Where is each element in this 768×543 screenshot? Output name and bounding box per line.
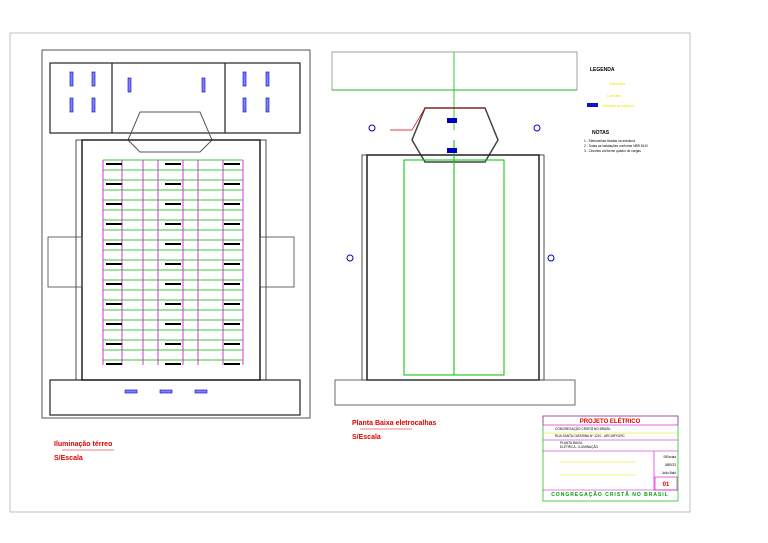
fixture: [91, 97, 96, 113]
luminaire: [106, 243, 122, 245]
fixture-symbol-icon: [587, 103, 598, 107]
note: 3 - Circuitos conforme quadro de cargas: [584, 149, 641, 153]
note: 1 - Eletrocalhas fixadas na estrutura: [584, 139, 635, 143]
luminaire: [165, 223, 181, 225]
luminaire: [106, 263, 122, 265]
legend-title: LEGENDA: [590, 67, 615, 73]
luminaire: [224, 183, 240, 185]
fixture: [69, 71, 74, 87]
title-block-footer: CONGREGAÇÃO CRISTÃ NO BRASIL: [551, 491, 668, 498]
luminaire: [224, 203, 240, 205]
luminaire: [106, 223, 122, 225]
right-plan-scale: S/Escala: [352, 434, 381, 441]
luminaire: [106, 303, 122, 305]
luminaire: [106, 183, 122, 185]
luminaire: [165, 283, 181, 285]
lighting-grid: [102, 159, 244, 365]
luminaire: [106, 343, 122, 345]
luminaire: [106, 283, 122, 285]
luminaire: [165, 263, 181, 265]
fixture: [127, 77, 132, 93]
fixture: [242, 71, 247, 87]
fixture: [265, 97, 270, 113]
luminaire: [224, 283, 240, 285]
luminaire: [165, 363, 181, 365]
luminaire: [106, 163, 122, 165]
drawing-subject: ELÉTRICA - ILUMINAÇÃO: [560, 444, 599, 449]
luminaire: [165, 323, 181, 325]
client: CONGREGAÇÃO CRISTÃ NO BRASIL: [555, 426, 611, 431]
fixture: [201, 77, 206, 93]
address: RUA SANTA CATARINA Nº 1210 - ARCURYS/SC: [555, 434, 626, 438]
legend-item: Luminária: [607, 94, 621, 98]
luminaire: [165, 343, 181, 345]
luminaire: [106, 323, 122, 325]
luminaire: [224, 323, 240, 325]
notes-title: NOTAS: [592, 130, 610, 136]
fixture: [194, 389, 208, 394]
luminaire: [165, 203, 181, 205]
fixture: [159, 389, 173, 394]
note: 2 - Todas as instalações conforme NBR 54…: [584, 144, 648, 148]
luminaire: [165, 303, 181, 305]
luminaire: [106, 203, 122, 205]
luminaire: [224, 223, 240, 225]
fixture: [265, 71, 270, 87]
title-block-header: PROJETO ELÉTRICO: [580, 417, 641, 425]
tb-date: ABR/23: [665, 463, 676, 467]
luminaire: [224, 263, 240, 265]
sheet-number: 01: [663, 482, 670, 488]
luminaire: [224, 343, 240, 345]
luminaire: [106, 363, 122, 365]
drawing-sheet: LEGENDA Eletrocalha Luminária Luminária …: [9, 32, 691, 513]
fixture: [69, 97, 74, 113]
lighting-floor-plan: [41, 49, 311, 419]
luminaire: [224, 163, 240, 165]
luminaire: [224, 243, 240, 245]
fixture: [91, 71, 96, 87]
right-plan-title: Planta Baixa eletrocalhas: [352, 420, 437, 427]
left-plan-title: Iluminação térreo: [54, 441, 112, 448]
legend-item: Eletrocalha: [609, 82, 625, 86]
luminaire: [224, 363, 240, 365]
title-block: PROJETO ELÉTRICO CONGREGAÇÃO CRISTÃ NO B…: [542, 415, 679, 502]
fixture: [242, 97, 247, 113]
luminaire: [165, 183, 181, 185]
luminaire: [224, 303, 240, 305]
cable-tray-floor-plan: [331, 51, 578, 406]
legend: LEGENDA Eletrocalha Luminária Luminária …: [584, 67, 648, 153]
left-plan-scale: S/Escala: [54, 455, 83, 462]
luminaire: [165, 163, 181, 165]
tb-scale: S/Escala: [663, 455, 676, 459]
legend-item: Luminária de sobrepor: [602, 104, 635, 108]
fixture: [124, 389, 138, 394]
luminaire: [165, 243, 181, 245]
tb-author: João Bald: [662, 471, 676, 475]
